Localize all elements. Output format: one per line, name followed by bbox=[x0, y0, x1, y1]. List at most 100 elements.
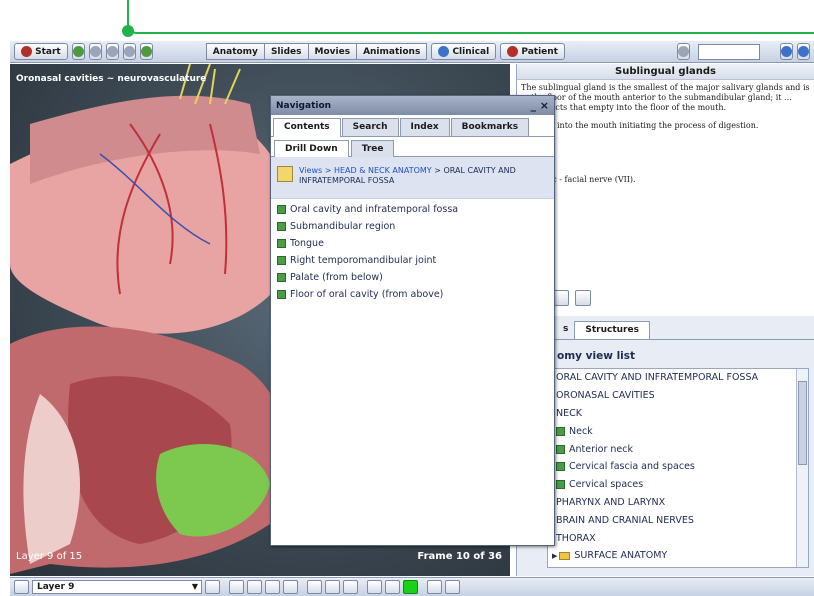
layer-up-button[interactable] bbox=[205, 580, 220, 594]
list-item[interactable]: Right temporomandibular joint bbox=[271, 252, 554, 269]
app-window: Start Anatomy Slides Movies Animations C… bbox=[0, 0, 814, 596]
loop-button[interactable] bbox=[283, 580, 298, 594]
list-item[interactable]: Palate (from below) bbox=[271, 269, 554, 286]
tab-animations[interactable]: Animations bbox=[356, 43, 428, 60]
search-button[interactable] bbox=[677, 43, 690, 60]
tab-structures[interactable]: Structures bbox=[574, 321, 650, 339]
view-icon bbox=[556, 462, 565, 472]
up-level-icon[interactable] bbox=[277, 166, 293, 182]
clinical-label: Clinical bbox=[452, 46, 490, 57]
tab-tree[interactable]: Tree bbox=[350, 140, 395, 157]
breadcrumb-text: Views > HEAD & NECK ANATOMY > ORAL CAVIT… bbox=[299, 166, 548, 186]
callout-line bbox=[127, 0, 814, 34]
breadcrumb-head-neck[interactable]: HEAD & NECK ANATOMY bbox=[334, 166, 432, 175]
structures-tabs: s Structures bbox=[517, 316, 814, 340]
search-icon bbox=[678, 46, 689, 57]
rotate-button[interactable] bbox=[229, 580, 244, 594]
list-item[interactable]: Submandibular region bbox=[271, 218, 554, 235]
tab-slides[interactable]: Slides bbox=[263, 43, 309, 60]
tree-item[interactable]: ▶ SURFACE ANATOMY bbox=[548, 547, 808, 565]
breadcrumb: Views > HEAD & NECK ANATOMY > ORAL CAVIT… bbox=[271, 157, 554, 199]
window-button[interactable] bbox=[122, 43, 136, 60]
view-icon bbox=[277, 239, 286, 248]
tree-item[interactable]: NECK bbox=[548, 405, 808, 423]
tree-item[interactable]: THORAX bbox=[548, 529, 808, 547]
help-button[interactable] bbox=[797, 43, 810, 60]
print-button[interactable] bbox=[553, 290, 569, 306]
tree-scrollbar[interactable] bbox=[796, 369, 808, 567]
export-button[interactable] bbox=[445, 580, 460, 594]
structures-panel: s Structures omy view list ORAL CAVITY A… bbox=[516, 316, 814, 576]
frame-counter: Frame 10 of 36 bbox=[417, 551, 502, 562]
close-button[interactable]: × bbox=[540, 99, 549, 112]
tree-item[interactable]: PHARYNX AND LARYNX bbox=[548, 494, 808, 512]
tab-search[interactable]: Search bbox=[341, 118, 399, 136]
back-button[interactable] bbox=[71, 43, 85, 60]
info-paragraph-3: ...ries. bbox=[521, 149, 810, 159]
forward-button[interactable] bbox=[88, 43, 102, 60]
patient-button[interactable]: Patient bbox=[500, 43, 565, 60]
navigation-title: Navigation bbox=[276, 100, 332, 111]
layer-select[interactable]: Layer 9 ▼ bbox=[32, 580, 202, 594]
tree-item[interactable]: Neck bbox=[548, 422, 808, 440]
navigation-titlebar[interactable]: Navigation _ × bbox=[271, 96, 554, 115]
home-button[interactable] bbox=[105, 43, 119, 60]
info-paragraph-4: ...athetic - facial nerve (VII). bbox=[521, 175, 636, 184]
reset-button[interactable] bbox=[343, 580, 358, 594]
globe-button[interactable] bbox=[139, 43, 153, 60]
breadcrumb-views[interactable]: Views > bbox=[299, 166, 334, 175]
tab-contents[interactable]: Contents bbox=[273, 118, 341, 137]
tab-bookmarks[interactable]: Bookmarks bbox=[450, 118, 530, 136]
window-controls: _ × bbox=[530, 99, 549, 112]
info-panel: Sublingual glands The sublingual gland i… bbox=[516, 64, 814, 310]
tab-views[interactable]: s bbox=[563, 321, 574, 339]
tree-item[interactable]: Anterior neck bbox=[548, 440, 808, 458]
list-item[interactable]: Oral cavity and infratemporal fossa bbox=[271, 201, 554, 218]
start-label: Start bbox=[35, 46, 61, 57]
tree-item[interactable]: BRAIN AND CRANIAL NERVES bbox=[548, 511, 808, 529]
next-frame-button[interactable] bbox=[265, 580, 280, 594]
clinical-icon bbox=[438, 46, 450, 57]
main-toolbar: Start Anatomy Slides Movies Animations C… bbox=[10, 41, 814, 63]
home-icon bbox=[106, 46, 118, 57]
expand-arrow-icon[interactable]: ▶ bbox=[552, 552, 557, 560]
tree-item[interactable]: Cervical spaces bbox=[548, 476, 808, 494]
tree-item[interactable]: ORONASAL CAVITIES bbox=[548, 387, 808, 405]
info-heading-innervation: ...ion bbox=[521, 165, 810, 175]
bottom-toolbar: Layer 9 ▼ bbox=[10, 577, 814, 596]
tab-movies[interactable]: Movies bbox=[307, 43, 358, 60]
layers-button[interactable] bbox=[14, 580, 29, 594]
save-view-button[interactable] bbox=[385, 580, 400, 594]
save-button[interactable] bbox=[575, 290, 591, 306]
pan-button[interactable] bbox=[307, 580, 322, 594]
tree-item[interactable]: Cervical fascia and spaces bbox=[548, 458, 808, 476]
anatomy-view-tree[interactable]: ORAL CAVITY AND INFRATEMPORAL FOSSA ORON… bbox=[547, 368, 809, 568]
info-title: Sublingual glands bbox=[517, 64, 814, 80]
patient-label: Patient bbox=[521, 46, 558, 57]
start-icon bbox=[21, 46, 32, 57]
structures-heading: omy view list bbox=[557, 350, 636, 362]
tab-anatomy[interactable]: Anatomy bbox=[205, 43, 265, 60]
clinical-button[interactable]: Clinical bbox=[431, 43, 497, 60]
list-item[interactable]: Tongue bbox=[271, 235, 554, 252]
highlight-toggle[interactable] bbox=[403, 580, 418, 594]
tree-item[interactable]: ORAL CAVITY AND INFRATEMPORAL FOSSA bbox=[548, 369, 808, 387]
minimize-button[interactable]: _ bbox=[530, 99, 536, 112]
list-item[interactable]: Floor of oral cavity (from above) bbox=[271, 286, 554, 303]
navigation-tabs: Contents Search Index Bookmarks bbox=[271, 115, 554, 137]
info-paragraph-1: The sublingual gland is the smallest of … bbox=[521, 83, 810, 112]
tab-index[interactable]: Index bbox=[399, 118, 450, 136]
info-heading-blood-supply: ...pply bbox=[521, 139, 810, 149]
tab-drill-down[interactable]: Drill Down bbox=[274, 140, 349, 157]
options-button[interactable] bbox=[780, 43, 793, 60]
start-button[interactable]: Start bbox=[14, 43, 68, 60]
viewport-title: Oronasal cavities ~ neurovasculature bbox=[16, 74, 207, 84]
zoom-button[interactable] bbox=[325, 580, 340, 594]
split-view-button[interactable] bbox=[427, 580, 442, 594]
prev-frame-button[interactable] bbox=[247, 580, 262, 594]
print-view-button[interactable] bbox=[367, 580, 382, 594]
view-icon bbox=[556, 444, 565, 454]
help-icon bbox=[798, 46, 809, 57]
scroll-thumb[interactable] bbox=[798, 381, 807, 465]
search-input[interactable] bbox=[698, 43, 760, 60]
